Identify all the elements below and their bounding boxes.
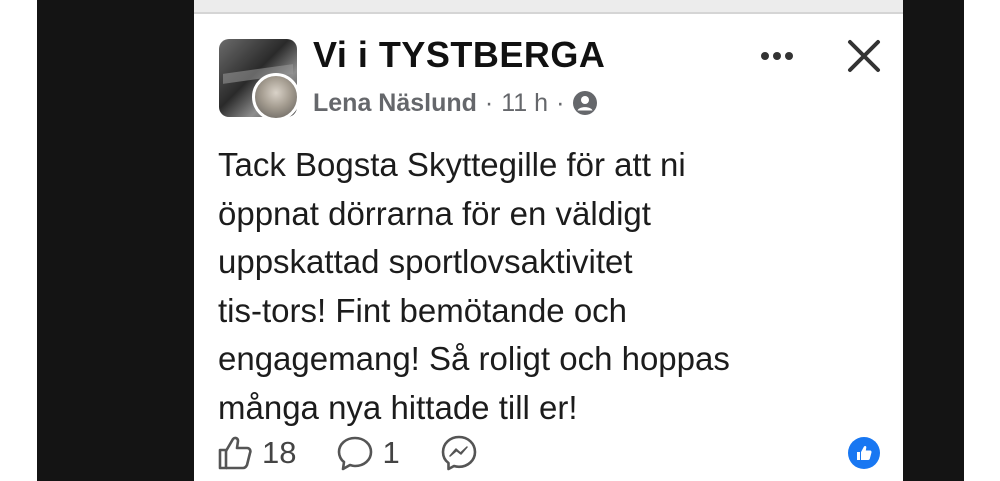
more-options-icon[interactable] [757, 44, 797, 68]
send-button[interactable] [440, 434, 478, 472]
like-button[interactable]: 18 [216, 434, 296, 472]
right-dark-border [903, 0, 964, 481]
left-dark-border [37, 0, 194, 481]
top-divider [194, 0, 903, 14]
members-privacy-icon [572, 90, 598, 116]
post-body-text: Tack Bogsta Skyttegille för att ni öppna… [218, 146, 730, 426]
comment-button[interactable]: 1 [336, 434, 400, 472]
messenger-icon [441, 435, 477, 471]
meta-separator: · [484, 88, 494, 117]
author-avatar[interactable] [252, 73, 300, 121]
post-time[interactable]: 11 h [501, 89, 548, 118]
close-icon[interactable] [845, 37, 883, 75]
like-count: 18 [262, 435, 297, 470]
like-reaction-icon[interactable] [848, 437, 880, 469]
author-name-link[interactable]: Lena Näslund [313, 89, 477, 118]
comment-count: 1 [382, 435, 400, 470]
post-actions: 18 1 [216, 432, 518, 474]
comment-bubble-icon [338, 436, 373, 471]
group-name-link[interactable]: Vi i TYSTBERGA [313, 34, 605, 76]
post-meta: Lena Näslund · 11 h · [313, 86, 598, 120]
thumbs-up-icon [218, 436, 252, 470]
meta-separator: · [556, 88, 565, 117]
